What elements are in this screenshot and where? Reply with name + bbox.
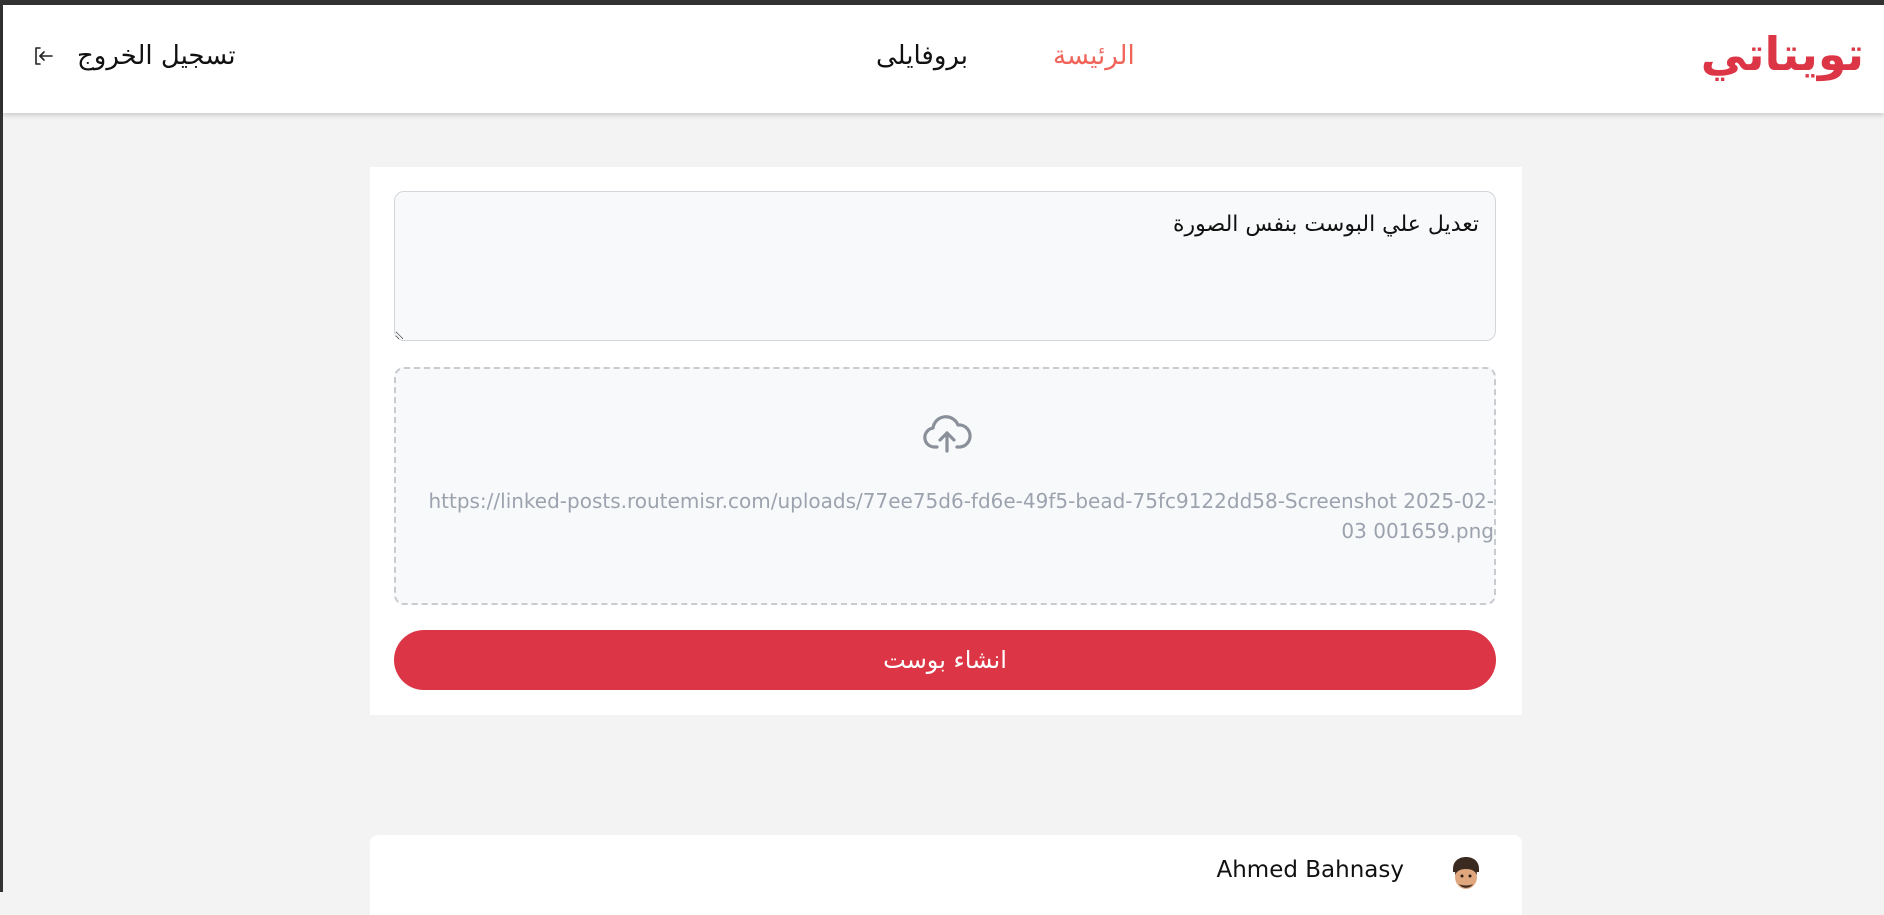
navbar: تويتاتي الرئيسة بروفايلى تسجيل الخروج <box>3 5 1884 113</box>
create-post-button[interactable]: انشاء بوست <box>394 630 1496 690</box>
nav-link-home[interactable]: الرئيسة <box>1053 41 1135 71</box>
uploaded-file-url: https://linked-posts.routemisr.com/uploa… <box>428 489 1494 543</box>
logout-icon <box>35 47 53 65</box>
post-composer: تعديل علي البوست بنفس الصورة https://lin… <box>370 167 1522 715</box>
image-upload-dropzone[interactable]: https://linked-posts.routemisr.com/uploa… <box>394 367 1496 605</box>
window-left-edge <box>0 0 3 892</box>
nav-link-profile[interactable]: بروفايلى <box>876 41 968 71</box>
post-author-name[interactable]: Ahmed Bahnasy <box>1217 857 1405 883</box>
brand-logo[interactable]: تويتاتي <box>1701 27 1865 81</box>
avatar[interactable] <box>1444 853 1488 897</box>
logout-label: تسجيل الخروج <box>77 41 236 71</box>
post-card: Ahmed Bahnasy <box>370 835 1522 915</box>
logout-button[interactable]: تسجيل الخروج <box>31 41 236 71</box>
post-text-input[interactable]: تعديل علي البوست بنفس الصورة <box>394 191 1496 341</box>
cloud-upload-icon <box>923 415 972 453</box>
